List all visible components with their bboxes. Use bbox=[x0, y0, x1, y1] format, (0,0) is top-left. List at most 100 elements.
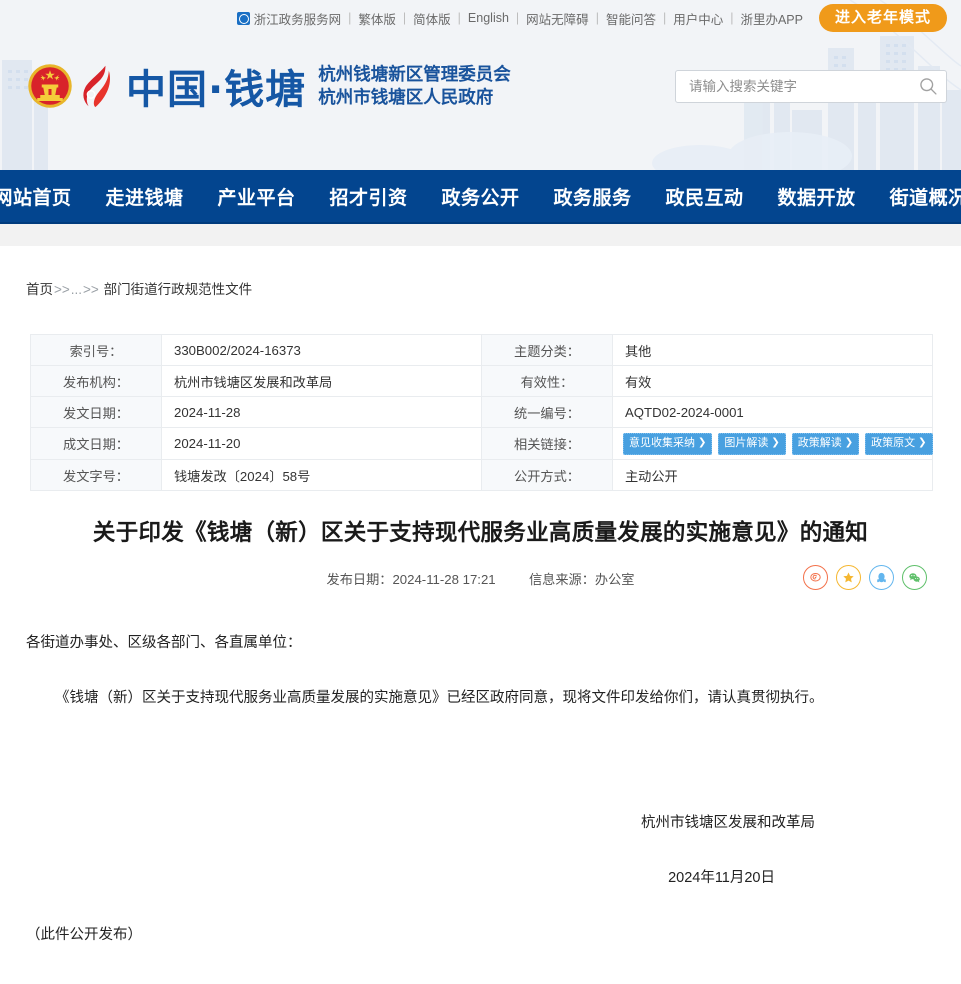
topbar-separator: | bbox=[662, 11, 667, 25]
metadata-value-index-number: 330B002/2024-16373 bbox=[161, 334, 482, 366]
metadata-key-validity: 有效性： bbox=[481, 365, 613, 397]
content-top-spacer bbox=[0, 224, 961, 246]
signature-date: 2024年11月20日 bbox=[668, 869, 775, 886]
topbar-link-traditional[interactable]: 繁体版 bbox=[358, 9, 396, 28]
breadcrumb-home[interactable]: 首页 bbox=[26, 282, 53, 297]
wechat-share-icon[interactable] bbox=[902, 564, 927, 590]
document-signature-block: 杭州市钱塘区发展和改革局 2024年11月20日 bbox=[26, 809, 935, 893]
metadata-key-index-number: 索引号： bbox=[30, 334, 162, 366]
body-paragraph-1: 《钱塘（新）区关于支持现代服务业高质量发展的实施意见》已经区政府同意，现将文件印… bbox=[55, 689, 824, 706]
chevron-right-icon: ❯ bbox=[844, 437, 854, 448]
brand-subtitle-line2: 杭州市钱塘区人民政府 bbox=[318, 87, 494, 107]
breadcrumb: 首页>>...>> 部门街道行政规范性文件 bbox=[0, 246, 961, 298]
nav-item-interaction[interactable]: 政民互动 bbox=[649, 183, 761, 210]
nav-item-gov-open[interactable]: 政务公开 bbox=[425, 183, 537, 210]
metadata-value-validity: 有效 bbox=[612, 365, 933, 397]
table-row: 成文日期： 2024-11-20 相关链接： 意见收集采纳 ❯ 图片解读 ❯ 政… bbox=[30, 427, 933, 460]
breadcrumb-arrow: >> bbox=[54, 282, 70, 297]
nav-item-streets[interactable]: 街道概况 bbox=[873, 183, 961, 210]
related-link-policy-interpretation[interactable]: 政策解读 ❯ bbox=[791, 432, 860, 455]
metadata-value-topic: 其他 bbox=[612, 334, 933, 366]
topbar-link-simplified[interactable]: 简体版 bbox=[413, 9, 451, 28]
topbar-link-zhelib-app[interactable]: 浙里办APP bbox=[740, 9, 803, 28]
document-meta-row: 发布日期：2024-11-28 17:21 信息来源：办公室 bbox=[0, 564, 961, 595]
table-row: 发布机构： 杭州市钱塘区发展和改革局 有效性： 有效 bbox=[30, 365, 933, 397]
document-body: 各街道办事处、区级各部门、各直属单位： 《钱塘（新）区关于支持现代服务业高质量发… bbox=[26, 629, 935, 893]
topbar-separator: | bbox=[515, 11, 520, 25]
page-title: 关于印发《钱塘（新）区关于支持现代服务业高质量发展的实施意见》的通知 bbox=[92, 520, 869, 545]
nav-item-talent[interactable]: 招才引资 bbox=[312, 183, 424, 210]
signature-organization: 杭州市钱塘区发展和改革局 bbox=[641, 814, 815, 831]
elder-mode-button[interactable]: 进入老年模式 bbox=[818, 3, 947, 33]
breadcrumb-arrow: >> bbox=[83, 282, 99, 297]
metadata-key-disclosure: 公开方式： bbox=[481, 459, 613, 491]
utility-topbar: 浙江政务服务网 | 繁体版 | 简体版 | English | 网站无障碍 | … bbox=[0, 0, 961, 36]
breadcrumb-ellipsis[interactable]: ... bbox=[71, 282, 82, 297]
related-links-group: 意见收集采纳 ❯ 图片解读 ❯ 政策解读 ❯ 政策原文 ❯ bbox=[623, 432, 933, 455]
metadata-key-written-date: 成文日期： bbox=[30, 427, 162, 460]
topbar-separator: | bbox=[402, 11, 407, 25]
metadata-value-disclosure: 主动公开 bbox=[612, 459, 933, 491]
national-emblem-icon bbox=[28, 64, 72, 108]
metadata-value-issuer: 杭州市钱塘区发展和改革局 bbox=[161, 365, 482, 397]
metadata-value-unified-no: AQTD02-2024-0001 bbox=[612, 396, 933, 428]
source-label: 信息来源： bbox=[528, 571, 595, 587]
chevron-right-icon: ❯ bbox=[698, 437, 707, 448]
main-content: 首页>>...>> 部门街道行政规范性文件 索引号： 330B002/2024-… bbox=[0, 246, 961, 984]
metadata-key-issuer: 发布机构： bbox=[30, 365, 162, 397]
topbar-link-accessibility[interactable]: 网站无障碍 bbox=[526, 9, 589, 28]
table-row: 发文日期： 2024-11-28 统一编号： AQTD02-2024-0001 bbox=[30, 396, 933, 428]
nav-item-about[interactable]: 走进钱塘 bbox=[88, 183, 200, 210]
related-link-opinion-collection[interactable]: 意见收集采纳 ❯ bbox=[623, 432, 713, 455]
search-input[interactable] bbox=[687, 77, 918, 95]
nav-item-industry[interactable]: 产业平台 bbox=[200, 183, 312, 210]
topbar-link-zhejiang-gov-label: 浙江政务服务网 bbox=[253, 12, 342, 27]
share-buttons bbox=[803, 564, 927, 590]
metadata-value-doc-number: 钱塘发改〔2024〕58号 bbox=[161, 459, 482, 491]
site-brand-title: 中国·钱塘 bbox=[126, 67, 307, 113]
page-root: 浙江政务服务网 | 繁体版 | 简体版 | English | 网站无障碍 | … bbox=[0, 0, 961, 984]
metadata-key-doc-number: 发文字号： bbox=[30, 459, 162, 491]
metadata-value-issue-date: 2024-11-28 bbox=[161, 396, 482, 428]
nav-item-home[interactable]: 网站首页 bbox=[0, 183, 88, 210]
search-icon[interactable] bbox=[918, 76, 938, 96]
metadata-key-related-links: 相关链接： bbox=[481, 427, 613, 460]
topbar-link-smart-qa[interactable]: 智能问答 bbox=[606, 9, 656, 28]
nav-item-gov-service[interactable]: 政务服务 bbox=[537, 183, 649, 210]
site-brand-subtitle: 杭州钱塘新区管理委员会 杭州市钱塘区人民政府 bbox=[318, 63, 511, 110]
topbar-link-english[interactable]: English bbox=[468, 11, 509, 25]
qq-share-icon[interactable] bbox=[869, 564, 894, 590]
qiantang-flame-logo-icon bbox=[83, 65, 111, 108]
chevron-right-icon: ❯ bbox=[771, 437, 780, 448]
publish-date-value: 2024-11-28 17:21 bbox=[392, 571, 496, 587]
metadata-key-topic: 主题分类： bbox=[481, 334, 613, 366]
topbar-separator: | bbox=[595, 11, 599, 25]
metadata-key-issue-date: 发文日期： bbox=[30, 396, 162, 428]
topbar-separator: | bbox=[457, 11, 461, 25]
search-area bbox=[675, 69, 947, 103]
zhejiang-gov-icon bbox=[236, 11, 250, 25]
related-link-image-interpretation[interactable]: 图片解读 ❯ bbox=[718, 432, 786, 455]
salutation-paragraph: 各街道办事处、区级各部门、各直属单位： bbox=[26, 634, 302, 651]
publish-date-label: 发布日期： bbox=[326, 571, 393, 587]
main-navigation: 网站首页 走进钱塘 产业平台 招才引资 政务公开 政务服务 政民互动 数据开放 … bbox=[0, 170, 961, 222]
topbar-separator: | bbox=[348, 11, 352, 25]
metadata-value-written-date: 2024-11-20 bbox=[161, 427, 482, 460]
related-link-label: 政策解读 bbox=[797, 436, 842, 449]
closing-note: （此件公开发布） bbox=[26, 926, 142, 943]
chevron-right-icon: ❯ bbox=[918, 437, 927, 448]
weibo-share-icon[interactable] bbox=[803, 564, 828, 590]
topbar-separator: | bbox=[730, 11, 734, 25]
brand-subtitle-line1: 杭州钱塘新区管理委员会 bbox=[318, 63, 511, 84]
table-row: 索引号： 330B002/2024-16373 主题分类： 其他 bbox=[30, 334, 933, 366]
topbar-link-zhejiang-gov[interactable]: 浙江政务服务网 bbox=[236, 9, 342, 28]
favorite-star-icon[interactable] bbox=[836, 564, 861, 590]
brand-row: 中国·钱塘 杭州钱塘新区管理委员会 杭州市钱塘区人民政府 bbox=[0, 36, 961, 136]
related-link-label: 意见收集采纳 bbox=[629, 436, 695, 449]
topbar-link-user-center[interactable]: 用户中心 bbox=[673, 9, 723, 28]
related-link-policy-original[interactable]: 政策原文 ❯ bbox=[865, 432, 933, 455]
search-box[interactable] bbox=[675, 69, 947, 103]
related-link-label: 图片解读 bbox=[724, 436, 769, 449]
nav-item-open-data[interactable]: 数据开放 bbox=[761, 183, 873, 210]
breadcrumb-current: 部门街道行政规范性文件 bbox=[103, 282, 253, 297]
